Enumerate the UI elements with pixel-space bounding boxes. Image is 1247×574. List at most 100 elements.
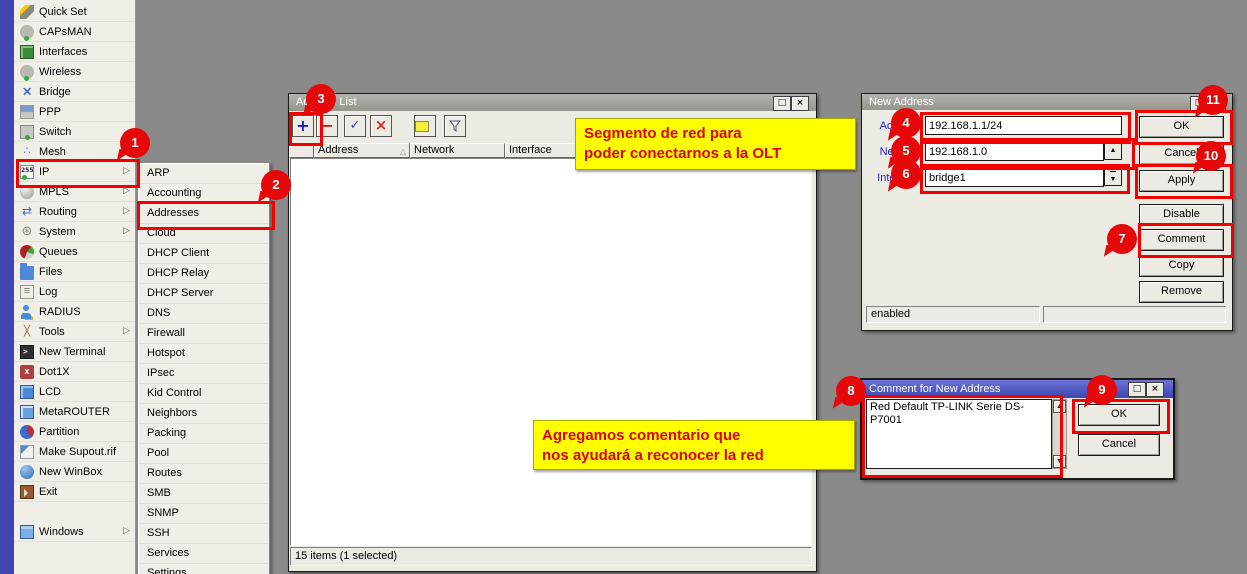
submenu-item-snmp[interactable]: SNMP: [139, 504, 268, 524]
sidebar-item-partition[interactable]: Partition: [14, 422, 135, 442]
submenu-item-settings[interactable]: Settings: [139, 564, 268, 574]
window-edge-strip: [0, 0, 14, 574]
sidebar-item-wireless[interactable]: Wireless: [14, 62, 135, 82]
submenu-item-dns[interactable]: DNS: [139, 304, 268, 324]
sidebar-item-queues[interactable]: Queues: [14, 242, 135, 262]
filter-funnel-icon[interactable]: [444, 115, 466, 137]
disable-button[interactable]: Disable: [1139, 204, 1224, 226]
enabled-status: enabled: [866, 306, 1040, 323]
sidebar-item-quick-set[interactable]: Quick Set: [14, 2, 135, 22]
sidebar-item-make-supout[interactable]: Make Supout.rif: [14, 442, 135, 462]
sidebar-item-mpls[interactable]: MPLS: [14, 182, 135, 202]
submenu-item-routes[interactable]: Routes: [139, 464, 268, 484]
submenu-item-ipsec[interactable]: IPsec: [139, 364, 268, 384]
interfaces-icon: [20, 45, 34, 59]
comment-note-icon[interactable]: [414, 115, 436, 137]
status-field-secondary: [1043, 306, 1226, 323]
submenu-item-hotspot[interactable]: Hotspot: [139, 344, 268, 364]
comment-cancel-button[interactable]: Cancel: [1078, 434, 1160, 456]
submenu-item-dhcp-client[interactable]: DHCP Client: [139, 244, 268, 264]
submenu-item-dhcp-relay[interactable]: DHCP Relay: [139, 264, 268, 284]
interface-dropdown-icon[interactable]: [1104, 168, 1122, 186]
lcd-icon: [20, 385, 34, 399]
step-marker-2: 2: [261, 170, 291, 200]
sidebar-item-metarouter[interactable]: MetaROUTER: [14, 402, 135, 422]
column-header-network[interactable]: Network: [410, 143, 505, 158]
sidebar-item-capsman[interactable]: CAPsMAN: [14, 22, 135, 42]
close-icon[interactable]: ×: [791, 96, 809, 111]
sidebar-item-interfaces[interactable]: Interfaces: [14, 42, 135, 62]
submenu-item-pool[interactable]: Pool: [139, 444, 268, 464]
dot1x-icon: [20, 365, 34, 379]
sidebar-item-radius[interactable]: RADIUS: [14, 302, 135, 322]
network-input[interactable]: [925, 142, 1104, 161]
step-marker-10: 10: [1196, 141, 1226, 171]
close-icon[interactable]: ×: [1146, 382, 1164, 397]
submenu-item-smb[interactable]: SMB: [139, 484, 268, 504]
enable-button[interactable]: ✓: [344, 115, 366, 137]
maximize-icon[interactable]: □: [1128, 382, 1146, 397]
step-marker-3: 3: [306, 84, 336, 114]
scroll-down-icon[interactable]: ▼: [1053, 455, 1066, 468]
submenu-item-kid-control[interactable]: Kid Control: [139, 384, 268, 404]
maximize-icon[interactable]: □: [773, 96, 791, 111]
step-marker-4: 4: [891, 108, 921, 138]
queues-icon: [20, 245, 34, 259]
interface-select[interactable]: [925, 168, 1104, 187]
remove-address-button[interactable]: −: [316, 115, 338, 137]
sidebar-item-log[interactable]: Log: [14, 282, 135, 302]
sidebar-item-tools[interactable]: Tools: [14, 322, 135, 342]
submenu-item-arp[interactable]: ARP: [139, 164, 268, 184]
sidebar-item-bridge[interactable]: Bridge: [14, 82, 135, 102]
supout-file-icon: [20, 445, 34, 459]
submenu-item-services[interactable]: Services: [139, 544, 268, 564]
sidebar-item-ip[interactable]: IP: [14, 162, 135, 182]
selector-column-header[interactable]: [289, 143, 314, 158]
step-marker-7: 7: [1107, 224, 1137, 254]
capsman-icon: [20, 25, 34, 39]
submenu-item-packing[interactable]: Packing: [139, 424, 268, 444]
radius-icon: [20, 305, 34, 319]
apply-button[interactable]: Apply: [1139, 170, 1224, 192]
comment-textarea[interactable]: Red Default TP-LINK Serie DS-P7001: [866, 399, 1052, 469]
disable-button[interactable]: ×: [370, 115, 392, 137]
wireless-icon: [20, 65, 34, 79]
note-network-segment: Segmento de red para poder conectarnos a…: [575, 118, 856, 170]
scroll-up-icon[interactable]: ▲: [1053, 400, 1066, 413]
column-header-address[interactable]: Address: [314, 143, 410, 158]
network-spinner-up-icon[interactable]: [1104, 142, 1122, 160]
sidebar-item-new-terminal[interactable]: New Terminal: [14, 342, 135, 362]
sidebar-item-exit[interactable]: Exit: [14, 482, 135, 502]
copy-button[interactable]: Copy: [1139, 255, 1224, 277]
bridge-icon: [20, 85, 34, 99]
metarouter-icon: [20, 405, 34, 419]
comment-button[interactable]: Comment: [1139, 229, 1224, 251]
submenu-item-cloud[interactable]: Cloud: [139, 224, 268, 244]
address-input[interactable]: [925, 116, 1122, 135]
tools-icon: [20, 325, 34, 339]
new-address-titlebar[interactable]: New Address: [862, 94, 1232, 110]
sidebar-item-new-winbox[interactable]: New WinBox: [14, 462, 135, 482]
address-list-area[interactable]: [290, 158, 812, 546]
sidebar-item-lcd[interactable]: LCD: [14, 382, 135, 402]
sidebar-item-windows[interactable]: Windows: [14, 522, 135, 542]
submenu-item-neighbors[interactable]: Neighbors: [139, 404, 268, 424]
comment-scrollbar[interactable]: ▲ ▼: [1052, 399, 1067, 469]
ok-button[interactable]: OK: [1139, 116, 1224, 138]
sidebar-item-system[interactable]: System: [14, 222, 135, 242]
sidebar-item-files[interactable]: Files: [14, 262, 135, 282]
submenu-item-dhcp-server[interactable]: DHCP Server: [139, 284, 268, 304]
submenu-item-accounting[interactable]: Accounting: [139, 184, 268, 204]
files-icon: [20, 266, 34, 280]
submenu-item-addresses[interactable]: Addresses: [139, 204, 268, 224]
sidebar-item-switch[interactable]: Switch: [14, 122, 135, 142]
comment-dialog-titlebar[interactable]: Comment for New Address: [862, 380, 1173, 398]
sidebar-item-ppp[interactable]: PPP: [14, 102, 135, 122]
sidebar-item-dot1x[interactable]: Dot1X: [14, 362, 135, 382]
submenu-item-firewall[interactable]: Firewall: [139, 324, 268, 344]
sidebar-item-routing[interactable]: Routing: [14, 202, 135, 222]
address-list-titlebar[interactable]: Address List: [289, 94, 816, 111]
remove-button[interactable]: Remove: [1139, 281, 1224, 303]
mesh-icon: [20, 145, 34, 159]
submenu-item-ssh[interactable]: SSH: [139, 524, 268, 544]
